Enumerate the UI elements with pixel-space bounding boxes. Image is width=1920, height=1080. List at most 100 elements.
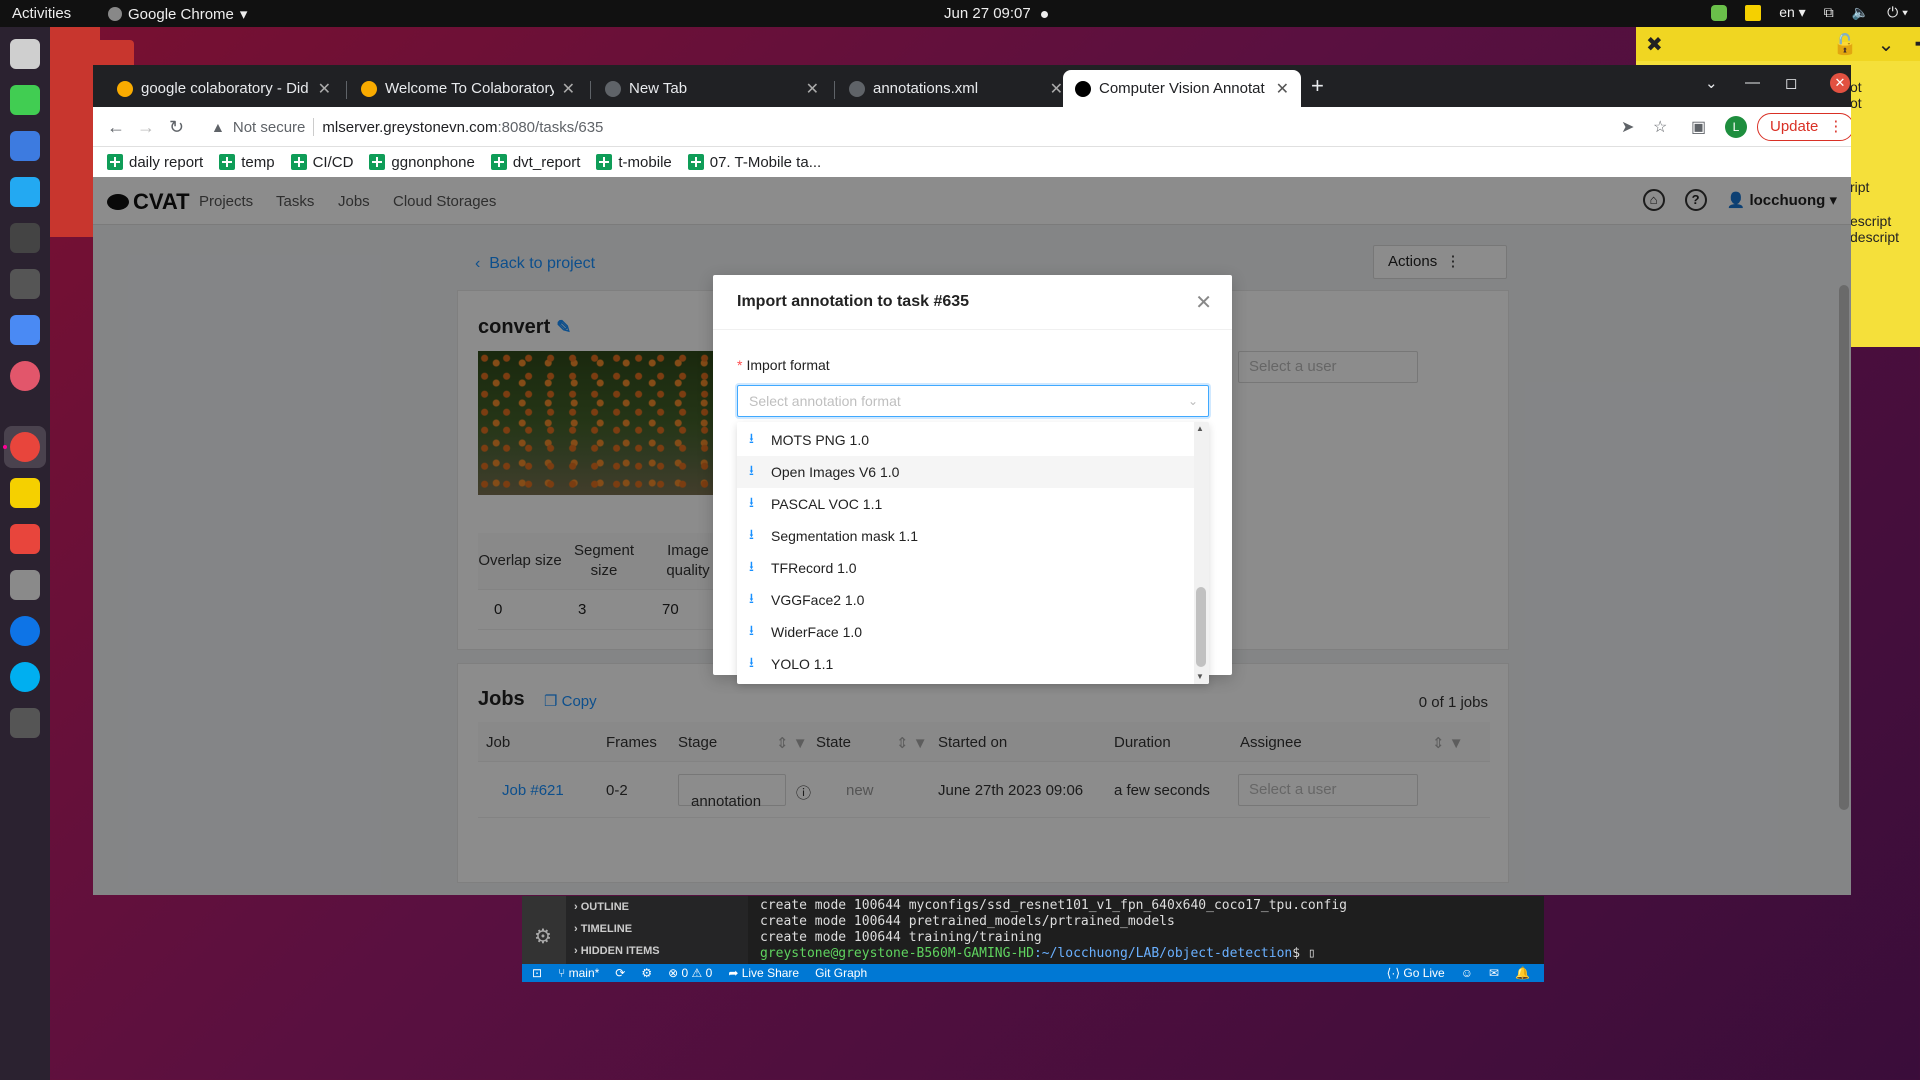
send-icon[interactable]: ➤ bbox=[1621, 117, 1634, 137]
volume-icon[interactable]: 🔈 bbox=[1852, 4, 1869, 21]
side-panel-icon[interactable]: ▣ bbox=[1691, 117, 1706, 137]
profile-avatar[interactable]: L bbox=[1725, 116, 1747, 138]
update-button[interactable]: Update ⋮ bbox=[1757, 113, 1851, 141]
remote-icon[interactable]: ⊡ bbox=[532, 966, 542, 980]
terminal-icon[interactable] bbox=[10, 223, 40, 253]
outline-section[interactable]: › OUTLINE bbox=[566, 896, 748, 918]
git-graph-button[interactable]: Git Graph bbox=[815, 966, 867, 980]
app-menu[interactable]: Google Chrome ▾ bbox=[108, 5, 247, 23]
activities-button[interactable]: Activities bbox=[12, 5, 71, 22]
clock[interactable]: Jun 27 09:07 bbox=[944, 5, 1048, 22]
pie-app-icon[interactable] bbox=[10, 361, 40, 391]
option-label: PASCAL VOC 1.1 bbox=[771, 496, 883, 512]
teamviewer-icon[interactable] bbox=[10, 616, 40, 646]
sync-icon[interactable]: ⟳ bbox=[615, 966, 625, 980]
bookmark-item[interactable]: ggnonphone bbox=[369, 154, 475, 171]
anydesk-icon[interactable] bbox=[10, 524, 40, 554]
close-tab-icon[interactable]: ✕ bbox=[1276, 79, 1289, 99]
tab-welcome-colaboratory[interactable]: Welcome To Colaboratory ✕ bbox=[349, 70, 587, 107]
window-close-button[interactable]: ✕ bbox=[1830, 73, 1850, 93]
back-icon[interactable]: ← bbox=[107, 117, 125, 138]
chrome-dock-icon[interactable] bbox=[10, 432, 40, 462]
bookmark-label: dvt_report bbox=[512, 153, 581, 171]
hidden-items-section[interactable]: › HIDDEN ITEMS bbox=[566, 940, 748, 962]
tab-google-colaboratory[interactable]: google colaboratory - Did ✕ bbox=[105, 70, 343, 107]
network-icon[interactable]: ⧉ bbox=[1824, 4, 1834, 21]
sticky-notes-icon[interactable] bbox=[10, 478, 40, 508]
bell-icon[interactable]: 🔔 bbox=[1515, 966, 1530, 980]
address-bar[interactable]: ▲ Not secure mlserver.greystonevn.com:80… bbox=[201, 111, 1741, 143]
go-live-button[interactable]: ⟨·⟩ Go Live bbox=[1387, 966, 1445, 980]
qt-creator-icon[interactable] bbox=[10, 85, 40, 115]
close-icon[interactable]: ✖ bbox=[1646, 32, 1663, 57]
reload-icon[interactable]: ↻ bbox=[169, 117, 184, 138]
upload-icon: ⭳ bbox=[749, 462, 754, 478]
maximize-icon[interactable]: ◻ bbox=[1785, 74, 1797, 92]
bookmark-item[interactable]: dvt_report bbox=[490, 153, 581, 171]
list-item[interactable]: ⭳ Open Images V6 1.0 bbox=[737, 456, 1194, 488]
close-tab-icon[interactable]: ✕ bbox=[806, 79, 819, 99]
note-text: ot bbox=[1850, 95, 1862, 111]
feedback-icon[interactable]: ✉ bbox=[1489, 966, 1499, 980]
bookmark-item[interactable]: 07. T-Mobile ta... bbox=[687, 154, 821, 171]
bookmark-item[interactable]: t-mobile bbox=[596, 154, 672, 171]
system-monitor-icon[interactable] bbox=[10, 708, 40, 738]
close-tab-icon[interactable]: ✕ bbox=[318, 79, 331, 99]
list-item[interactable]: ⭳ Segmentation mask 1.1 bbox=[737, 520, 1194, 552]
notes-indicator-icon[interactable] bbox=[1745, 4, 1762, 21]
security-label[interactable]: Not secure bbox=[233, 119, 306, 136]
minimize-icon[interactable]: — bbox=[1745, 74, 1760, 91]
power-icon[interactable]: ⏻ ▾ bbox=[1887, 4, 1908, 21]
list-item[interactable]: ⭳ PASCAL VOC 1.1 bbox=[737, 488, 1194, 520]
skype-icon[interactable] bbox=[10, 662, 40, 692]
show-apps-icon[interactable]: ⋮⋮⋮ bbox=[15, 1075, 75, 1080]
import-format-select[interactable]: Select annotation format ⌄ bbox=[737, 385, 1209, 417]
search-app-icon[interactable] bbox=[10, 570, 40, 600]
forward-icon[interactable]: → bbox=[137, 117, 155, 138]
gimp-icon[interactable] bbox=[10, 269, 40, 299]
list-item[interactable]: ⭳ VGGFace2 1.0 bbox=[737, 584, 1194, 616]
upload-icon: ⭳ bbox=[749, 558, 754, 574]
branch-indicator[interactable]: ⑂ main* bbox=[558, 966, 599, 980]
bookmark-item[interactable]: temp bbox=[219, 154, 275, 171]
url-path: :8080/tasks/635 bbox=[497, 118, 604, 136]
dropdown-scrollbar-thumb[interactable] bbox=[1196, 587, 1206, 667]
accounts-icon[interactable]: ☺ bbox=[1461, 966, 1473, 980]
list-item[interactable]: ⭳ WiderFace 1.0 bbox=[737, 616, 1194, 648]
bookmark-item[interactable]: daily report bbox=[107, 154, 203, 171]
files-icon[interactable] bbox=[10, 39, 40, 69]
close-tab-icon[interactable]: ✕ bbox=[562, 79, 575, 99]
tab-new-tab[interactable]: New Tab ✕ bbox=[593, 70, 831, 107]
plus-icon[interactable]: ✚ bbox=[1914, 32, 1920, 57]
chevron-down-icon[interactable]: ⌄ bbox=[1878, 32, 1895, 57]
list-item[interactable]: ⭳ MOTS PNG 1.0 bbox=[737, 424, 1194, 456]
note-text: descript bbox=[1850, 229, 1900, 245]
extension-icon[interactable]: ⚙ bbox=[641, 966, 652, 980]
tab-search-icon[interactable]: ⌄ bbox=[1705, 74, 1718, 92]
live-share-button[interactable]: ➦ Live Share bbox=[728, 966, 799, 980]
scroll-down-icon[interactable]: ▼ bbox=[1196, 672, 1204, 681]
settings-gear-icon[interactable]: ⚙ bbox=[534, 924, 552, 949]
list-item[interactable]: ⭳ YOLO 1.1 bbox=[737, 648, 1194, 680]
terminal-output[interactable]: create mode 100644 myconfigs/ssd_resnet1… bbox=[760, 898, 1347, 962]
close-icon[interactable]: ✕ bbox=[1195, 290, 1212, 315]
text-editor-icon[interactable] bbox=[10, 131, 40, 161]
prompt-end: $ bbox=[1292, 946, 1301, 961]
scroll-up-icon[interactable]: ▲ bbox=[1196, 424, 1204, 433]
timeline-section[interactable]: › TIMELINE bbox=[566, 918, 748, 940]
screenshot-icon[interactable] bbox=[10, 315, 40, 345]
bookmark-item[interactable]: CI/CD bbox=[290, 154, 353, 171]
vscode-icon[interactable] bbox=[10, 177, 40, 207]
problems-indicator[interactable]: ⊗ 0 ⚠ 0 bbox=[668, 966, 712, 980]
tab-cvat[interactable]: Computer Vision Annotat ✕ bbox=[1063, 70, 1301, 107]
list-item[interactable]: ⭳ TFRecord 1.0 bbox=[737, 552, 1194, 584]
app-indicator-icon[interactable] bbox=[1711, 4, 1728, 21]
tab-annotations-xml[interactable]: annotations.xml ✕ bbox=[837, 70, 1075, 107]
new-tab-button[interactable]: + bbox=[1311, 73, 1324, 99]
language-selector[interactable]: en ▾ bbox=[1779, 4, 1806, 21]
lock-icon[interactable]: 🔓 bbox=[1833, 32, 1858, 57]
warning-icon[interactable]: ▲ bbox=[211, 119, 225, 135]
bookmark-star-icon[interactable]: ☆ bbox=[1653, 117, 1667, 137]
branch-label: main* bbox=[568, 966, 600, 980]
close-tab-icon[interactable]: ✕ bbox=[1050, 79, 1063, 99]
